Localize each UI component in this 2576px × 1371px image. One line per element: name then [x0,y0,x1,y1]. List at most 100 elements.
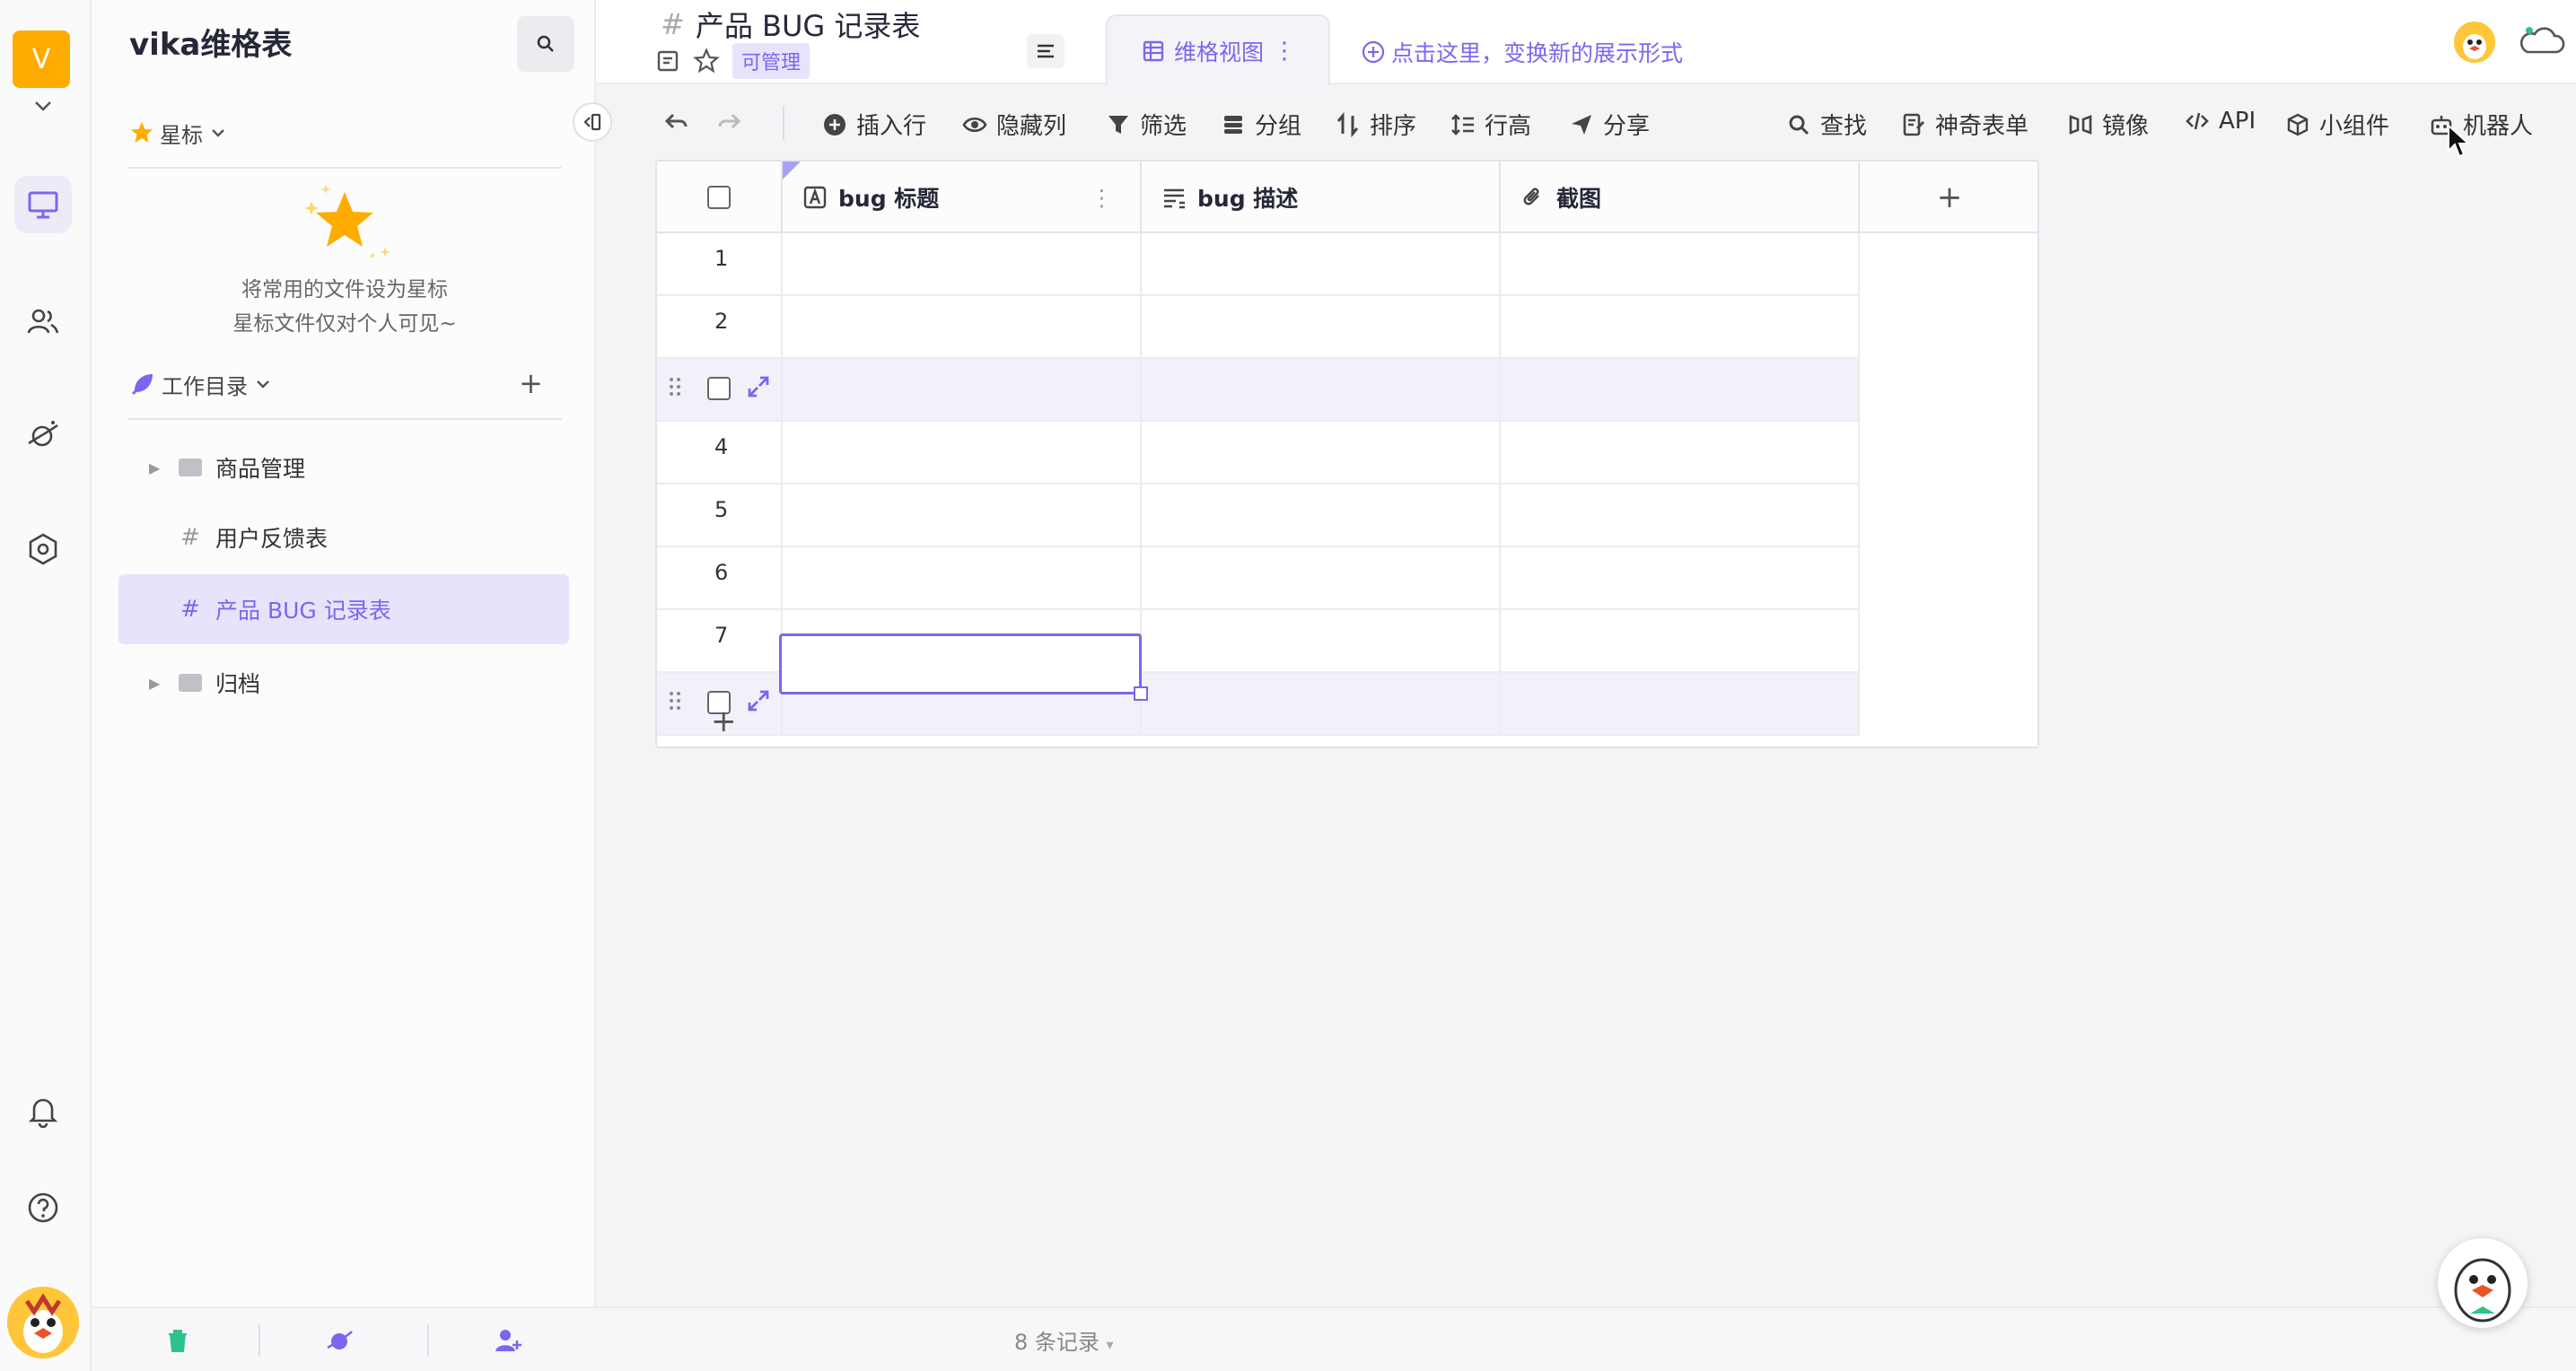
table-cell[interactable] [1142,673,1501,734]
table-cell[interactable] [1501,233,1860,294]
table-cell[interactable] [1142,233,1501,294]
add-row-button[interactable]: + [711,703,737,739]
more-vertical-icon[interactable]: ⋮ [1273,38,1296,65]
table-cell[interactable] [783,547,1142,608]
select-all-checkbox[interactable] [707,186,731,209]
drag-handle-icon[interactable] [668,375,682,398]
table-cell[interactable] [1501,610,1860,671]
drag-handle-icon[interactable] [668,689,682,712]
sort-button[interactable]: 排序 [1336,108,1416,141]
widgets-button[interactable]: 小组件 [2285,108,2389,141]
sidebar-search-button[interactable] [517,16,574,72]
add-node-button[interactable]: + [519,366,543,400]
starred-section-header[interactable]: 星标 [129,115,228,151]
group-button[interactable]: 分组 [1221,108,1301,141]
help-button[interactable] [14,1179,72,1236]
workdir-section-header[interactable]: 工作目录 [129,366,273,402]
description-icon[interactable] [655,48,680,74]
planet-icon [28,421,58,447]
star-illustration-icon [304,185,390,258]
members-nav-button[interactable] [14,293,72,350]
find-button[interactable]: 查找 [1786,108,1867,141]
table-cell[interactable] [1142,296,1501,357]
row-height-button[interactable]: 行高 [1450,108,1531,141]
chevron-down-icon[interactable] [31,93,56,118]
table-cell[interactable] [783,422,1142,483]
workspace-avatar[interactable]: V [13,31,70,88]
undo-icon[interactable] [662,108,689,135]
planet-icon[interactable] [325,1326,354,1355]
record-count[interactable]: 8 条记录 ▾ [1014,1324,1114,1356]
expand-record-icon[interactable] [745,373,772,400]
tree-item-sheet-selected[interactable]: # 产品 BUG 记录表 [118,574,569,644]
more-vertical-icon[interactable]: ⋮ [1091,185,1113,211]
form-button[interactable]: 神奇表单 [1901,108,2028,141]
add-view-button[interactable]: 点击这里，变换新的展示形式 [1361,36,1683,68]
add-member-icon[interactable] [494,1326,522,1355]
caret-right-icon[interactable]: ▶ [149,675,163,692]
row-header-cell: 1 [657,233,783,294]
table-cell[interactable] [783,359,1142,420]
redo-icon[interactable] [716,108,743,135]
tree-item-folder[interactable]: ▶ 商品管理 [118,432,569,502]
star-outline-icon[interactable] [693,48,720,74]
tree-item-folder[interactable]: ▶ 归档 [118,648,569,718]
table-row[interactable]: 4 [657,422,1860,485]
column-header[interactable]: 截图 [1501,162,1860,233]
table-cell[interactable] [1501,547,1860,608]
table-row[interactable]: 1 [657,233,1860,296]
table-cell[interactable] [1501,485,1860,546]
table-cell[interactable] [783,296,1142,357]
table-cell[interactable] [1501,422,1860,483]
hide-columns-button[interactable]: 隐藏列 [962,108,1066,141]
table-cell[interactable] [1501,296,1860,357]
table-row[interactable]: 5 [657,485,1860,547]
add-column-button[interactable]: + [1860,162,2037,233]
filter-label: 筛选 [1140,113,1187,140]
collaborator-avatar[interactable] [2454,22,2495,63]
view-list-toggle[interactable] [1027,34,1065,68]
row-checkbox[interactable] [707,377,731,400]
share-button[interactable]: 分享 [1569,108,1650,141]
table-cell[interactable] [1142,547,1501,608]
trash-icon[interactable] [163,1326,192,1355]
expand-record-icon[interactable] [745,687,772,714]
table-cell[interactable] [1501,359,1860,420]
divider [127,167,562,169]
assistant-mascot-button[interactable] [2438,1238,2528,1328]
settings-nav-button[interactable] [14,520,72,578]
fill-handle[interactable] [1134,686,1148,701]
user-avatar[interactable] [7,1287,79,1358]
filter-button[interactable]: 筛选 [1106,108,1187,141]
table-row[interactable]: 6 [657,547,1860,610]
collapse-sidebar-button[interactable] [573,102,612,142]
table-cell[interactable] [783,233,1142,294]
table-cell[interactable] [1501,673,1860,734]
column-header[interactable]: bug 描述 [1142,162,1501,233]
api-button[interactable]: API [2185,108,2256,135]
column-header[interactable]: bug 标题 ⋮ [783,162,1142,233]
table-cell[interactable] [1142,610,1501,671]
tab-grid-view[interactable]: 维格视图 ⋮ [1106,14,1330,86]
column-title: bug 标题 [838,186,940,212]
datasheet-title[interactable]: # 产品 BUG 记录表 [661,4,920,45]
divider [427,1324,429,1357]
notifications-button[interactable] [14,1082,72,1140]
active-cell-editor[interactable] [779,633,1148,701]
mirror-button[interactable]: 镜像 [2068,108,2149,141]
explore-nav-button[interactable] [14,406,72,463]
table-cell[interactable] [783,485,1142,546]
table-cell[interactable] [1142,422,1501,483]
cloud-sync-icon[interactable] [2517,23,2567,59]
robot-button[interactable]: 机器人 [2429,108,2533,141]
view-tab-label: 维格视图 [1174,39,1265,65]
tree-item-sheet[interactable]: # 用户反馈表 [118,502,569,572]
table-cell[interactable] [1142,485,1501,546]
table-row[interactable]: 2 [657,296,1860,359]
workbench-nav-button[interactable] [14,176,72,233]
insert-row-button[interactable]: 插入行 [822,108,926,141]
starred-empty-line2: 星标文件仅对个人可见~ [232,312,457,336]
table-row[interactable] [657,359,1860,422]
table-cell[interactable] [1142,359,1501,420]
caret-right-icon[interactable]: ▶ [149,459,163,476]
